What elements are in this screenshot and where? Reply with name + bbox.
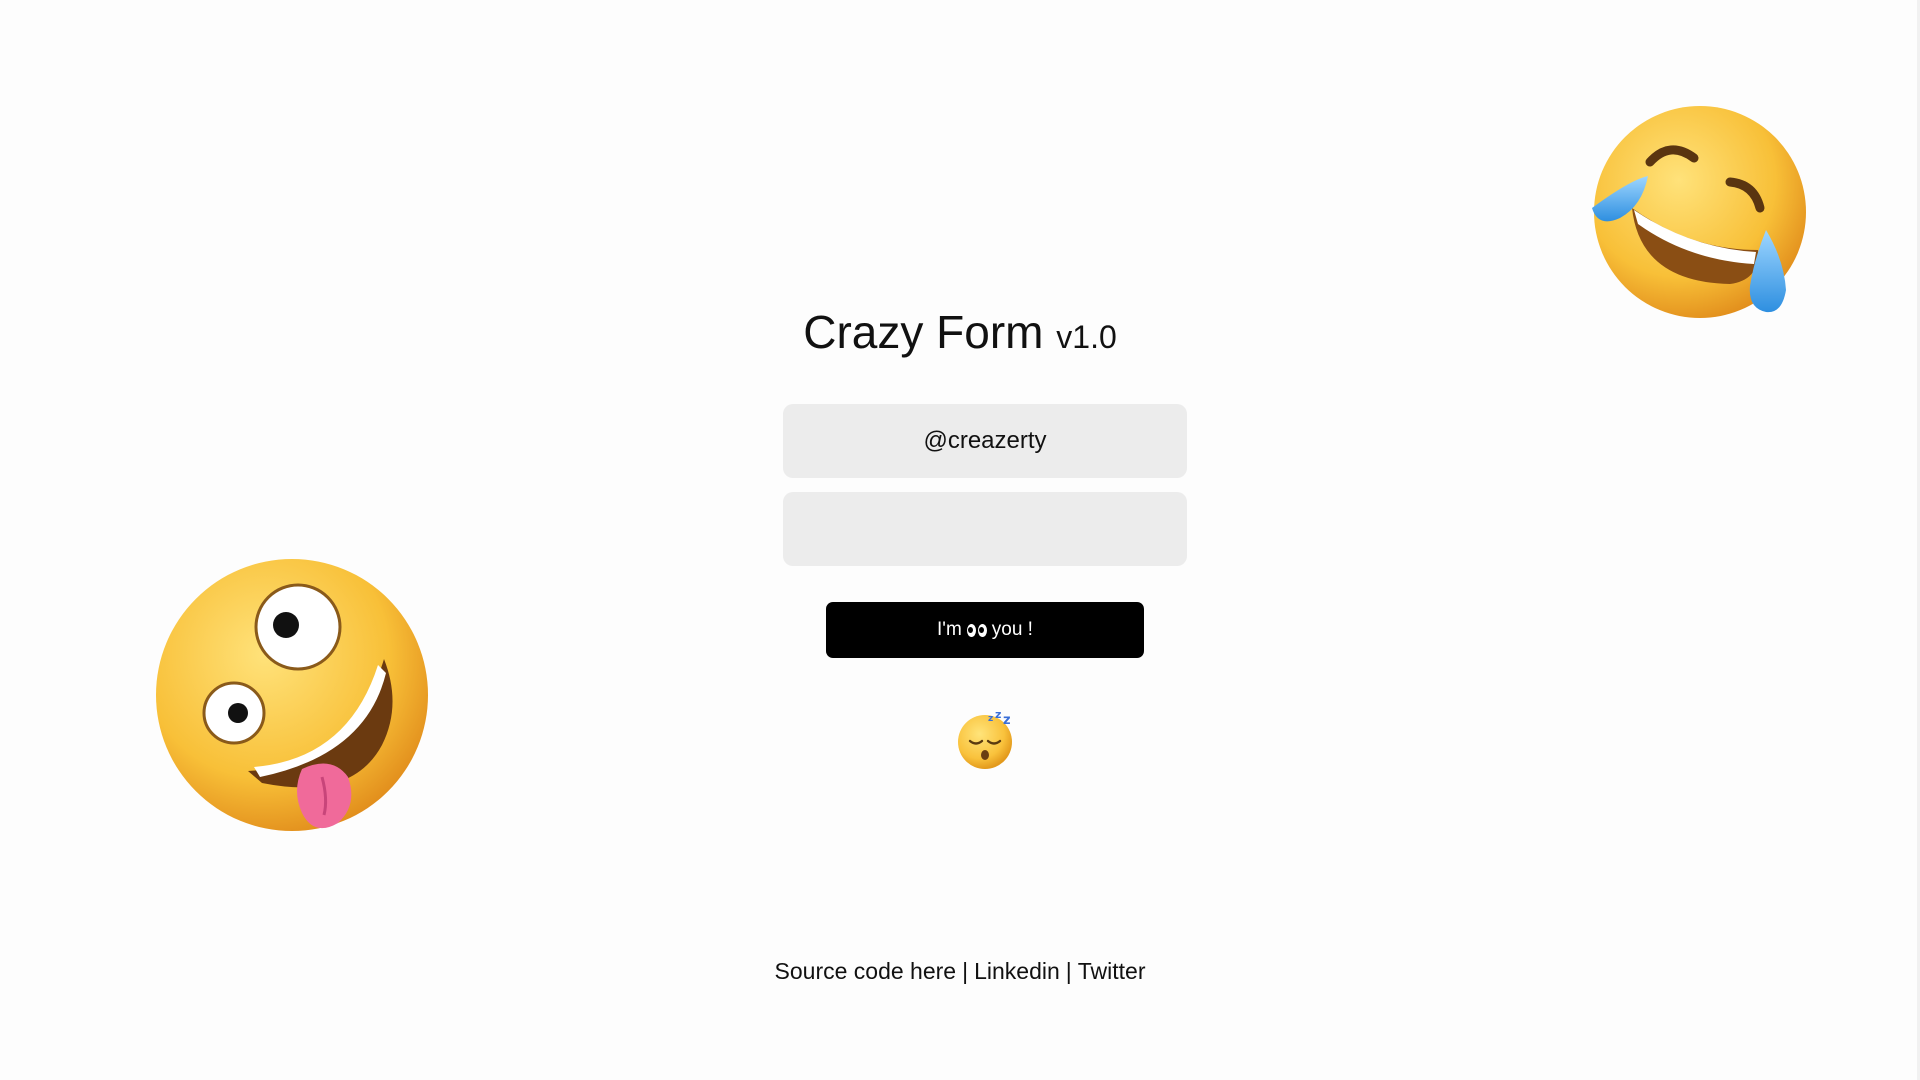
svg-text:z: z xyxy=(995,708,1001,721)
version-label: v1.0 xyxy=(1056,319,1117,355)
twitter-link[interactable]: Twitter xyxy=(1078,958,1146,984)
submit-prefix: I'm xyxy=(937,619,962,640)
footer-links: Source code here | Linkedin | Twitter xyxy=(0,958,1920,985)
svg-text:z: z xyxy=(988,714,993,724)
rolling-on-floor-laughing-icon xyxy=(1592,106,1806,318)
svg-text:z: z xyxy=(1003,713,1011,728)
sleeping-face-icon: z z z xyxy=(958,708,1012,769)
submit-button[interactable]: I'm you ! xyxy=(826,602,1144,658)
page: Crazy Form v1.0 I'm you ! z z z xyxy=(0,0,1920,1080)
password-input[interactable] xyxy=(783,492,1187,566)
footer-separator: | xyxy=(1065,958,1072,984)
zany-face-icon xyxy=(156,559,428,831)
eyes-icon xyxy=(966,623,987,637)
username-input[interactable] xyxy=(783,404,1187,478)
footer-separator: | xyxy=(962,958,969,984)
title-text: Crazy Form xyxy=(803,306,1044,358)
source-code-link[interactable]: Source code here xyxy=(775,958,957,984)
linkedin-link[interactable]: Linkedin xyxy=(974,958,1060,984)
submit-suffix: you ! xyxy=(991,619,1033,640)
